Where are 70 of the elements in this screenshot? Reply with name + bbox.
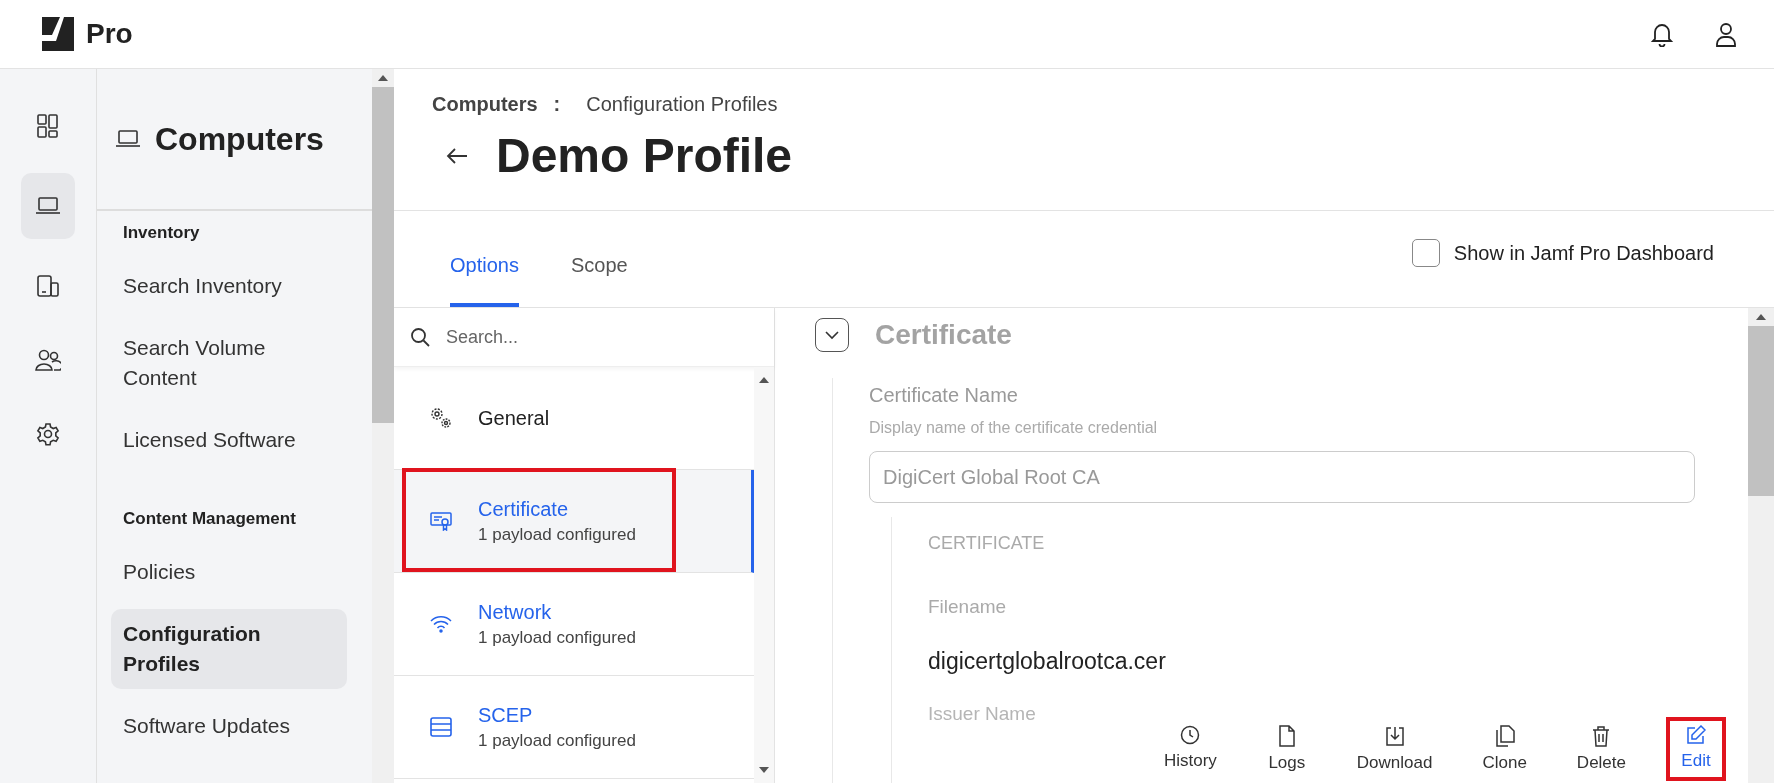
file-icon: [1277, 725, 1296, 747]
scroll-up-icon[interactable]: [378, 75, 388, 81]
trash-icon: [1592, 725, 1611, 747]
payload-status: 1 payload configured: [478, 730, 636, 751]
users-icon: [35, 348, 61, 372]
action-button[interactable]: History: [1153, 717, 1227, 781]
field-hint: Display name of the certificate credential: [869, 419, 1159, 437]
certificate-icon: [430, 511, 452, 531]
gears-icon: [430, 407, 452, 429]
logo-text: Pro: [86, 18, 133, 50]
payload-title: General: [478, 406, 550, 430]
nav-item[interactable]: Configuration Profiles: [111, 609, 347, 689]
download-icon: [1384, 725, 1405, 747]
field-label: Filename: [928, 596, 1008, 618]
nav-title: Computers: [155, 120, 324, 158]
nav-item[interactable]: Search Volume Content: [111, 323, 347, 403]
server-icon: [430, 717, 452, 737]
collapse-button[interactable]: [815, 318, 849, 352]
search-field[interactable]: Search...: [444, 325, 728, 349]
section-title: Certificate: [875, 319, 1012, 351]
scroll-up-icon[interactable]: [1756, 314, 1766, 320]
checkbox-label: Show in Jamf Pro Dashboard: [1453, 241, 1714, 265]
nav-section-heading: Inventory: [122, 222, 201, 243]
payload-title: SCEP: [478, 703, 534, 727]
group-heading: CERTIFICATE: [928, 533, 1046, 554]
dashboard-icon: [36, 113, 60, 139]
edit-button[interactable]: Edit: [1666, 717, 1726, 781]
scroll-up-icon[interactable]: [759, 377, 769, 383]
payload-status: 1 payload configured: [478, 627, 636, 648]
checkbox[interactable]: [1411, 239, 1440, 267]
nav-item[interactable]: Search Inventory: [111, 261, 347, 311]
tab[interactable]: Scope: [570, 254, 628, 307]
scrollbar[interactable]: [372, 69, 394, 783]
page-title: Demo Profile: [496, 128, 793, 183]
field-label: Certificate Name: [869, 384, 1019, 407]
copy-icon: [1494, 725, 1515, 747]
notifications-icon[interactable]: [1650, 21, 1674, 47]
logo-icon: [40, 15, 76, 53]
laptop-icon: [115, 129, 141, 149]
back-arrow-icon[interactable]: [446, 146, 468, 165]
search-icon: [410, 327, 430, 347]
nav-item[interactable]: Policies: [111, 547, 347, 597]
scrollbar[interactable]: [754, 367, 774, 783]
wifi-icon: [430, 615, 452, 633]
pencil-icon: [1686, 725, 1706, 745]
nav-section-heading: Content Management: [122, 508, 297, 529]
devices-icon: [36, 274, 60, 298]
payload-status: 1 payload configured: [478, 524, 636, 545]
field-label: Issuer Name: [928, 703, 1037, 725]
user-icon[interactable]: [1714, 21, 1738, 47]
action-button[interactable]: Logs: [1256, 717, 1317, 781]
chevron-icon: [824, 330, 840, 340]
action-button[interactable]: Delete: [1566, 717, 1636, 781]
payload-item[interactable]: Certificate 1 payload configured: [394, 470, 754, 573]
settings-icon: [36, 422, 60, 446]
payload-title: Certificate: [478, 497, 570, 521]
scrollbar[interactable]: [1748, 308, 1774, 783]
clock-icon: [1180, 725, 1201, 745]
action-button[interactable]: Download: [1346, 717, 1443, 781]
nav-item[interactable]: Licensed Software: [111, 415, 347, 465]
breadcrumb-separator: :: [553, 93, 561, 116]
nav-item[interactable]: Software Updates: [111, 701, 347, 751]
breadcrumb-current: Configuration Profiles: [586, 93, 778, 116]
rail-button[interactable]: [21, 173, 75, 239]
scroll-down-icon[interactable]: [759, 767, 769, 773]
field-value: digicertglobalrootca.cer: [928, 648, 1167, 675]
breadcrumb-link[interactable]: Computers: [432, 93, 538, 116]
laptop-icon: [35, 196, 61, 216]
payload-title: Network: [478, 600, 553, 624]
action-button[interactable]: Clone: [1472, 717, 1537, 781]
